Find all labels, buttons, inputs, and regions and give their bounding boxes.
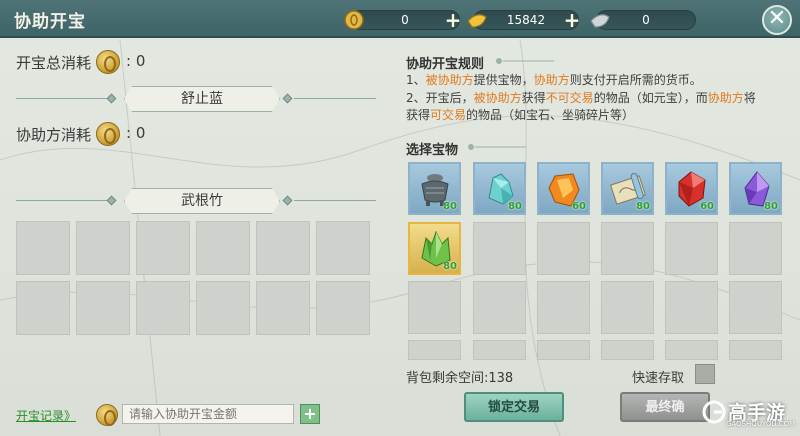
helper-cost-label: 协助方消耗 — [16, 126, 92, 144]
helper-name-bar: 武根竹 — [16, 188, 376, 214]
empty-treasure-slot — [729, 281, 782, 334]
item-slot[interactable] — [316, 281, 370, 335]
empty-treasure-slot — [473, 222, 526, 275]
currency-gold-coin: 0 + — [344, 10, 463, 31]
item-slot[interactable] — [76, 281, 130, 335]
title-bar: 协助开宝 0 + 15842 + 0 ✕ — [0, 0, 800, 38]
treasure-item-red-crystal[interactable]: 60 — [665, 162, 718, 215]
close-button[interactable]: ✕ — [762, 5, 792, 35]
treasure-item-orange-gem[interactable]: 60 — [537, 162, 590, 215]
final-confirm-button[interactable]: 最终确 — [620, 392, 710, 422]
coin-icon — [96, 50, 120, 74]
rules-title: 协助开宝规则 — [406, 57, 485, 72]
title-ornament — [468, 144, 526, 150]
treasure-item-green-crystal-selected[interactable]: 80 — [408, 222, 461, 275]
record-link[interactable]: 开宝记录》 — [16, 407, 76, 424]
empty-treasure-slot — [601, 281, 654, 334]
item-slot[interactable] — [16, 221, 70, 275]
empty-treasure-slot — [537, 222, 590, 275]
item-slot[interactable] — [196, 281, 250, 335]
item-slot[interactable] — [316, 221, 370, 275]
lock-trade-button[interactable]: 锁定交易 — [464, 392, 564, 422]
item-slot[interactable] — [136, 221, 190, 275]
treasure-item-scroll[interactable]: 80 — [601, 162, 654, 215]
total-cost-label: 开宝总消耗 — [16, 54, 92, 72]
empty-treasure-slot — [601, 222, 654, 275]
item-slot[interactable] — [256, 221, 310, 275]
close-icon: ✕ — [767, 6, 787, 31]
watermark-logo-icon — [702, 400, 726, 424]
item-slot[interactable] — [196, 221, 250, 275]
watermark-url: GAOSHOUYOU.COM — [726, 420, 796, 428]
item-count: 60 — [572, 201, 586, 212]
coin-icon — [96, 404, 118, 426]
add-gold-ingot-button[interactable]: + — [562, 10, 582, 31]
item-count: 60 — [700, 201, 714, 212]
empty-treasure-slot — [601, 340, 654, 360]
helper-item-grid — [16, 221, 370, 395]
owner-name-bar: 舒止蓝 — [16, 86, 376, 112]
add-amount-button[interactable]: + — [300, 404, 320, 424]
quick-store-label: 快速存取 — [632, 371, 685, 386]
quick-store-checkbox[interactable] — [695, 364, 715, 384]
helper-cost-value: : 0 — [126, 124, 146, 142]
empty-treasure-slot — [408, 281, 461, 334]
currency-silver-ingot: 0 — [590, 10, 696, 30]
item-count: 80 — [508, 201, 522, 212]
site-watermark: 高手游 GAOSHOUYOU.COM — [702, 396, 796, 432]
item-count: 80 — [764, 201, 778, 212]
helper-name: 武根竹 — [124, 188, 280, 214]
assist-open-treasure-dialog: 协助开宝 0 + 15842 + 0 ✕ 开宝总消耗 : 0 舒止蓝 协助方消耗… — [0, 0, 800, 436]
title-ornament — [496, 58, 554, 64]
coin-icon — [96, 122, 120, 146]
empty-treasure-slot — [537, 340, 590, 360]
empty-treasure-slot — [473, 281, 526, 334]
empty-treasure-slot — [665, 281, 718, 334]
treasure-item-cyan-crystal[interactable]: 80 — [473, 162, 526, 215]
treasure-item-censer[interactable]: 80 — [408, 162, 461, 215]
empty-treasure-slot — [537, 281, 590, 334]
item-count: 80 — [443, 201, 457, 212]
item-slot[interactable] — [136, 281, 190, 335]
owner-name: 舒止蓝 — [124, 86, 280, 112]
empty-treasure-slot — [729, 340, 782, 360]
dialog-title: 协助开宝 — [14, 12, 86, 32]
item-slot[interactable] — [16, 281, 70, 335]
rule-line-3: 获得可交易的物品（如宝石、坐骑碎片等） — [406, 108, 635, 122]
item-count: 80 — [443, 261, 457, 272]
empty-treasure-slot — [408, 340, 461, 360]
treasure-item-purple-crystal[interactable]: 80 — [729, 162, 782, 215]
bag-space-text: 背包剩余空间:138 — [406, 371, 514, 386]
empty-treasure-slot — [473, 340, 526, 360]
select-treasure-title: 选择宝物 — [406, 143, 459, 158]
item-slot[interactable] — [76, 221, 130, 275]
amount-input[interactable] — [122, 404, 294, 424]
rule-line-1: 1、被协助方提供宝物，协助方则支付开启所需的货币。 — [406, 73, 702, 87]
item-count: 80 — [636, 201, 650, 212]
total-cost-value: : 0 — [126, 52, 146, 70]
empty-treasure-slot — [665, 222, 718, 275]
empty-treasure-slot — [665, 340, 718, 360]
add-gold-coin-button[interactable]: + — [443, 10, 463, 31]
empty-treasure-slot — [729, 222, 782, 275]
rule-line-2: 2、开宝后，被协助方获得不可交易的物品（如元宝），而协助方将 — [406, 91, 756, 105]
currency-gold-ingot: 15842 + — [467, 10, 582, 31]
item-slot[interactable] — [256, 281, 310, 335]
currency-silver-ingot-value: 0 — [642, 13, 650, 27]
